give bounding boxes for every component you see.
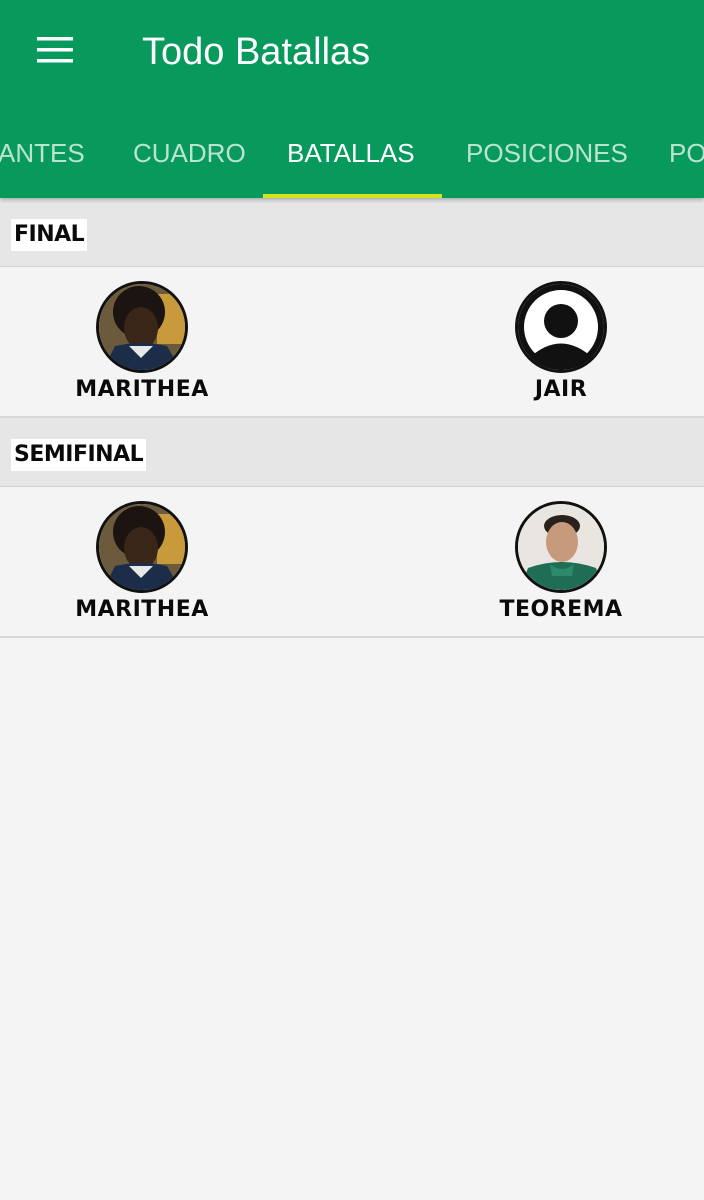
person-photo-icon bbox=[96, 501, 188, 593]
fighter-left[interactable]: MARITHEA bbox=[32, 281, 252, 405]
tab-batallas[interactable]: BATALLAS bbox=[287, 108, 415, 198]
section-title: FINAL bbox=[11, 219, 88, 251]
tab-posiciones[interactable]: POSICIONES bbox=[466, 108, 628, 198]
battles-list: FINAL MARITHEA JAIR SEMIFINAL MARITHEA T… bbox=[0, 198, 704, 638]
tab-antes[interactable]: ANTES bbox=[0, 108, 85, 198]
tab-bar: ANTES CUADRO BATALLAS POSICIONES PO bbox=[0, 108, 704, 198]
app-bar: Todo Batallas ANTES CUADRO BATALLAS POSI… bbox=[0, 0, 704, 198]
section-title: SEMIFINAL bbox=[11, 439, 147, 471]
section-header-semifinal: SEMIFINAL bbox=[0, 418, 704, 487]
battle-row-semifinal[interactable]: MARITHEA TEOREMA bbox=[0, 487, 704, 638]
fighter-name: JAIR bbox=[534, 377, 588, 402]
fighter-name: TEOREMA bbox=[499, 597, 623, 622]
app-title: Todo Batallas bbox=[142, 31, 371, 73]
default-user-icon bbox=[515, 281, 607, 373]
fighter-left[interactable]: MARITHEA bbox=[32, 501, 252, 625]
person-photo-icon bbox=[96, 281, 188, 373]
fighter-name: MARITHEA bbox=[75, 597, 209, 622]
person-photo-icon bbox=[515, 501, 607, 593]
tab-po[interactable]: PO bbox=[669, 108, 704, 198]
tab-cuadro[interactable]: CUADRO bbox=[133, 108, 246, 198]
active-tab-indicator bbox=[263, 194, 442, 198]
fighter-right[interactable]: TEOREMA bbox=[451, 501, 671, 625]
section-header-final: FINAL bbox=[0, 198, 704, 267]
fighter-name: MARITHEA bbox=[75, 377, 209, 402]
menu-button[interactable] bbox=[20, 20, 90, 80]
battle-row-final[interactable]: MARITHEA JAIR bbox=[0, 267, 704, 418]
hamburger-menu-icon bbox=[37, 37, 73, 63]
fighter-right[interactable]: JAIR bbox=[451, 281, 671, 405]
